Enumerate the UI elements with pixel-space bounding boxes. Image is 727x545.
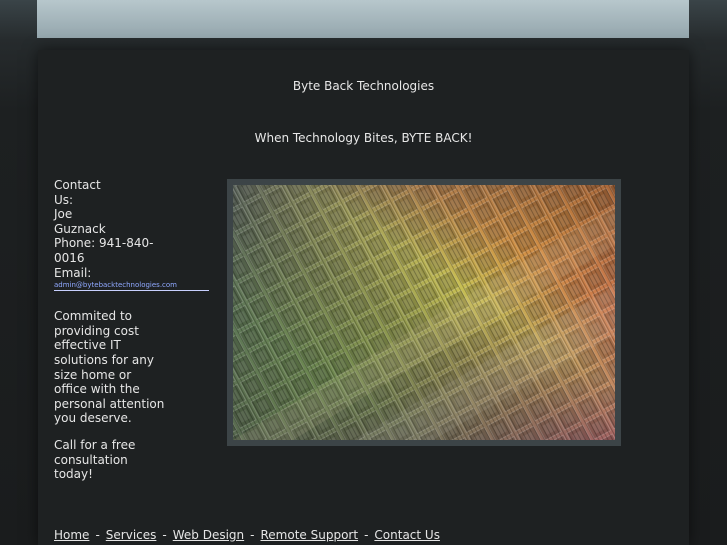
footer-link-remote-support[interactable]: Remote Support	[261, 528, 359, 542]
contact-heading: Contact Us:	[54, 178, 101, 207]
contact-block: Contact Us: Joe Guznack Phone: 941-840-0…	[54, 178, 154, 280]
site-title: Byte Back Technologies	[292, 79, 435, 93]
mission-text: Commited to providing cost effective IT …	[54, 309, 165, 426]
consultation-cta: Call for a free consultation today!	[54, 437, 136, 482]
footer-separator: -	[95, 528, 100, 542]
footer-nav: Home - Services - Web Design - Remote Support -…	[54, 528, 440, 542]
hero-image-frame	[227, 179, 621, 446]
footer-link-web-design[interactable]: Web Design	[173, 528, 244, 542]
footer-link-services[interactable]: Services	[106, 528, 157, 542]
top-banner	[37, 0, 689, 38]
circuit-wafer-photo	[233, 185, 615, 440]
footer-separator: -	[162, 528, 167, 542]
sidebar: Contact Us: Joe Guznack Phone: 941-840-0…	[54, 178, 214, 482]
contact-name: Joe Guznack	[54, 207, 106, 236]
page: Byte Back Technologies When Technology B…	[0, 0, 727, 545]
footer-separator: -	[250, 528, 255, 542]
email-link[interactable]: admin@bytebacktechnologies.com	[54, 281, 209, 292]
footer-separator: -	[364, 528, 369, 542]
footer-link-home[interactable]: Home	[54, 528, 89, 542]
content-panel: Byte Back Technologies When Technology B…	[38, 50, 689, 545]
contact-phone: Phone: 941-840-0016	[54, 236, 154, 265]
footer-link-contact-us[interactable]: Contact Us	[374, 528, 440, 542]
email-label: Email:	[54, 265, 92, 280]
tagline: When Technology Bites, BYTE BACK!	[254, 131, 473, 145]
